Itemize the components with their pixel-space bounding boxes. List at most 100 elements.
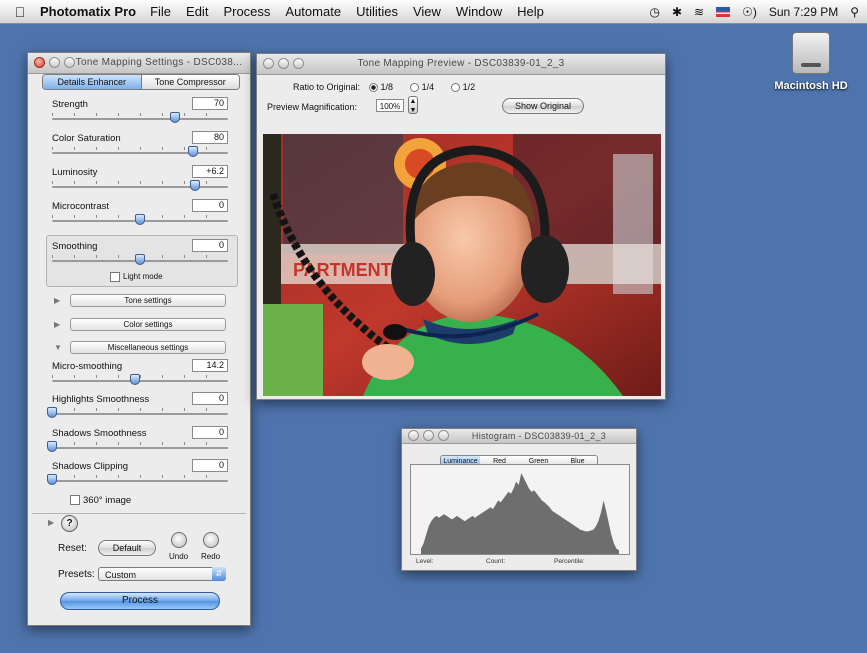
spotlight-icon[interactable]: ⚲ bbox=[850, 5, 859, 19]
preview-titlebar[interactable]: Tone Mapping Preview - DSC03839-01_2_3 bbox=[257, 54, 665, 75]
undo-button[interactable] bbox=[171, 532, 187, 548]
redo-button[interactable] bbox=[203, 532, 219, 548]
default-button[interactable]: Default bbox=[98, 540, 156, 556]
light-mode-label: Light mode bbox=[123, 272, 163, 282]
percentile-label: Percentile: bbox=[554, 558, 585, 565]
smoothing-value[interactable]: 0 bbox=[192, 239, 228, 252]
shadows-clipping-value[interactable]: 0 bbox=[192, 459, 228, 472]
ratio-1-2-label: 1/2 bbox=[462, 82, 476, 92]
disk-label: Macintosh HD bbox=[774, 80, 848, 92]
micro-smoothing-slider-knob[interactable] bbox=[129, 374, 140, 385]
shadows-smoothness-value[interactable]: 0 bbox=[192, 426, 228, 439]
preview-title: Tone Mapping Preview - DSC03839-01_2_3 bbox=[357, 58, 565, 69]
magnification-stepper[interactable]: ▲ ▼ bbox=[408, 96, 418, 114]
image-360-checkbox[interactable] bbox=[70, 495, 80, 506]
magnification-field[interactable]: 100% bbox=[376, 99, 404, 112]
saturation-value[interactable]: 80 bbox=[192, 131, 228, 144]
menu-file[interactable]: File bbox=[150, 4, 171, 19]
menu-bar:  Photomatix Pro File Edit Process Autom… bbox=[0, 0, 867, 24]
menu-view[interactable]: View bbox=[413, 4, 441, 19]
highlights-smoothness-slider-knob[interactable] bbox=[47, 407, 57, 418]
tone-settings-button[interactable]: Tone settings bbox=[70, 294, 226, 307]
microcontrast-value[interactable]: 0 bbox=[192, 199, 228, 212]
shadows-smoothness-slider[interactable] bbox=[52, 447, 228, 449]
help-button[interactable]: ? bbox=[61, 515, 78, 532]
menu-edit[interactable]: Edit bbox=[186, 4, 208, 19]
presets-select[interactable]: Custom ⇵ bbox=[98, 567, 226, 581]
radio-selected[interactable] bbox=[368, 83, 378, 93]
undo-label: Undo bbox=[169, 552, 189, 561]
menu-help[interactable]: Help bbox=[517, 4, 544, 19]
color-settings-button[interactable]: Color settings bbox=[70, 318, 226, 331]
disclosure-triangle-icon[interactable]: ▶ bbox=[54, 296, 60, 305]
luminosity-label: Luminosity bbox=[52, 167, 98, 178]
light-mode-checkbox[interactable] bbox=[110, 272, 120, 282]
micro-smoothing-slider[interactable] bbox=[52, 380, 228, 382]
options-disclosure-icon[interactable]: ▶ bbox=[48, 518, 54, 527]
smoothing-slider-knob[interactable] bbox=[135, 254, 145, 265]
presets-label: Presets: bbox=[58, 569, 95, 580]
microcontrast-label: Microcontrast bbox=[52, 201, 110, 212]
settings-titlebar[interactable]: Tone Mapping Settings - DSC038... bbox=[28, 53, 250, 74]
tab-details-enhancer[interactable]: Details Enhancer bbox=[43, 75, 142, 89]
histogram-plot[interactable] bbox=[410, 464, 630, 555]
image-360-option[interactable]: 360° image bbox=[70, 495, 131, 506]
disclosure-triangle-icon[interactable]: ▶ bbox=[54, 320, 60, 329]
menu-utilities[interactable]: Utilities bbox=[356, 4, 398, 19]
luminosity-slider[interactable] bbox=[52, 186, 228, 188]
process-button[interactable]: Process bbox=[60, 592, 220, 610]
ratio-row: Ratio to Original: 1/8 1/4 1/2 bbox=[293, 82, 476, 93]
preview-image[interactable]: PARTMENT bbox=[263, 134, 661, 396]
divider bbox=[32, 513, 246, 514]
ratio-option-1-8[interactable]: 1/8 bbox=[368, 82, 393, 93]
menu-automate[interactable]: Automate bbox=[285, 4, 341, 19]
strength-value[interactable]: 70 bbox=[192, 97, 228, 110]
misc-settings-button[interactable]: Miscellaneous settings bbox=[70, 341, 226, 354]
ratio-option-1-2[interactable]: 1/2 bbox=[450, 82, 476, 93]
micro-smoothing-label: Micro-smoothing bbox=[52, 361, 123, 372]
luminosity-value[interactable]: +6.2 bbox=[192, 165, 228, 178]
light-mode-option[interactable]: Light mode bbox=[110, 272, 163, 282]
radio[interactable] bbox=[450, 83, 460, 93]
histogram-graph bbox=[421, 473, 619, 554]
saturation-slider[interactable] bbox=[52, 152, 228, 154]
ratio-option-1-4[interactable]: 1/4 bbox=[409, 82, 434, 93]
shadows-clipping-slider-knob[interactable] bbox=[47, 474, 57, 485]
redo-label: Redo bbox=[201, 552, 221, 561]
luminosity-slider-knob[interactable] bbox=[189, 180, 200, 191]
apple-menu-icon[interactable]:  bbox=[0, 4, 40, 20]
histogram-window: Histogram - DSC03839-01_2_3 Luminance Re… bbox=[401, 428, 637, 571]
highlights-smoothness-slider[interactable] bbox=[52, 413, 228, 415]
app-menu[interactable]: Photomatix Pro bbox=[40, 4, 136, 19]
menu-process[interactable]: Process bbox=[223, 4, 270, 19]
volume-icon[interactable]: ☉) bbox=[742, 5, 757, 19]
saturation-slider-knob[interactable] bbox=[187, 146, 198, 157]
histogram-titlebar[interactable]: Histogram - DSC03839-01_2_3 bbox=[402, 429, 636, 444]
strength-slider-knob[interactable] bbox=[170, 112, 181, 123]
micro-smoothing-value[interactable]: 14.2 bbox=[192, 359, 228, 372]
shadows-clipping-slider[interactable] bbox=[52, 480, 228, 482]
menu-window[interactable]: Window bbox=[456, 4, 502, 19]
strength-slider[interactable] bbox=[52, 118, 228, 120]
clock[interactable]: Sun 7:29 PM bbox=[769, 5, 838, 19]
desktop-disk-icon[interactable]: Macintosh HD bbox=[766, 32, 856, 92]
select-arrows-icon: ⇵ bbox=[212, 567, 226, 581]
highlights-smoothness-value[interactable]: 0 bbox=[192, 392, 228, 405]
reset-label: Reset: bbox=[58, 543, 87, 554]
luminance-histogram-area bbox=[421, 473, 619, 554]
time-machine-icon[interactable]: ◷ bbox=[649, 5, 659, 19]
level-label: Level: bbox=[416, 558, 434, 565]
show-original-button[interactable]: Show Original bbox=[502, 98, 584, 114]
radio[interactable] bbox=[409, 83, 419, 93]
microcontrast-slider-knob[interactable] bbox=[135, 214, 145, 225]
tone-mapping-settings-window: Tone Mapping Settings - DSC038... Detail… bbox=[27, 52, 251, 626]
tab-tone-compressor[interactable]: Tone Compressor bbox=[141, 75, 239, 89]
histogram-title: Histogram - DSC03839-01_2_3 bbox=[471, 431, 607, 441]
wifi-icon[interactable]: ≋ bbox=[694, 5, 704, 19]
shadows-smoothness-slider-knob[interactable] bbox=[47, 441, 57, 452]
disclosure-triangle-open-icon[interactable]: ▼ bbox=[54, 343, 62, 352]
input-flag-icon[interactable] bbox=[716, 7, 731, 17]
smoothing-label: Smoothing bbox=[52, 241, 98, 252]
saturation-label: Color Saturation bbox=[52, 133, 121, 144]
bluetooth-icon[interactable]: ✱ bbox=[672, 5, 682, 19]
